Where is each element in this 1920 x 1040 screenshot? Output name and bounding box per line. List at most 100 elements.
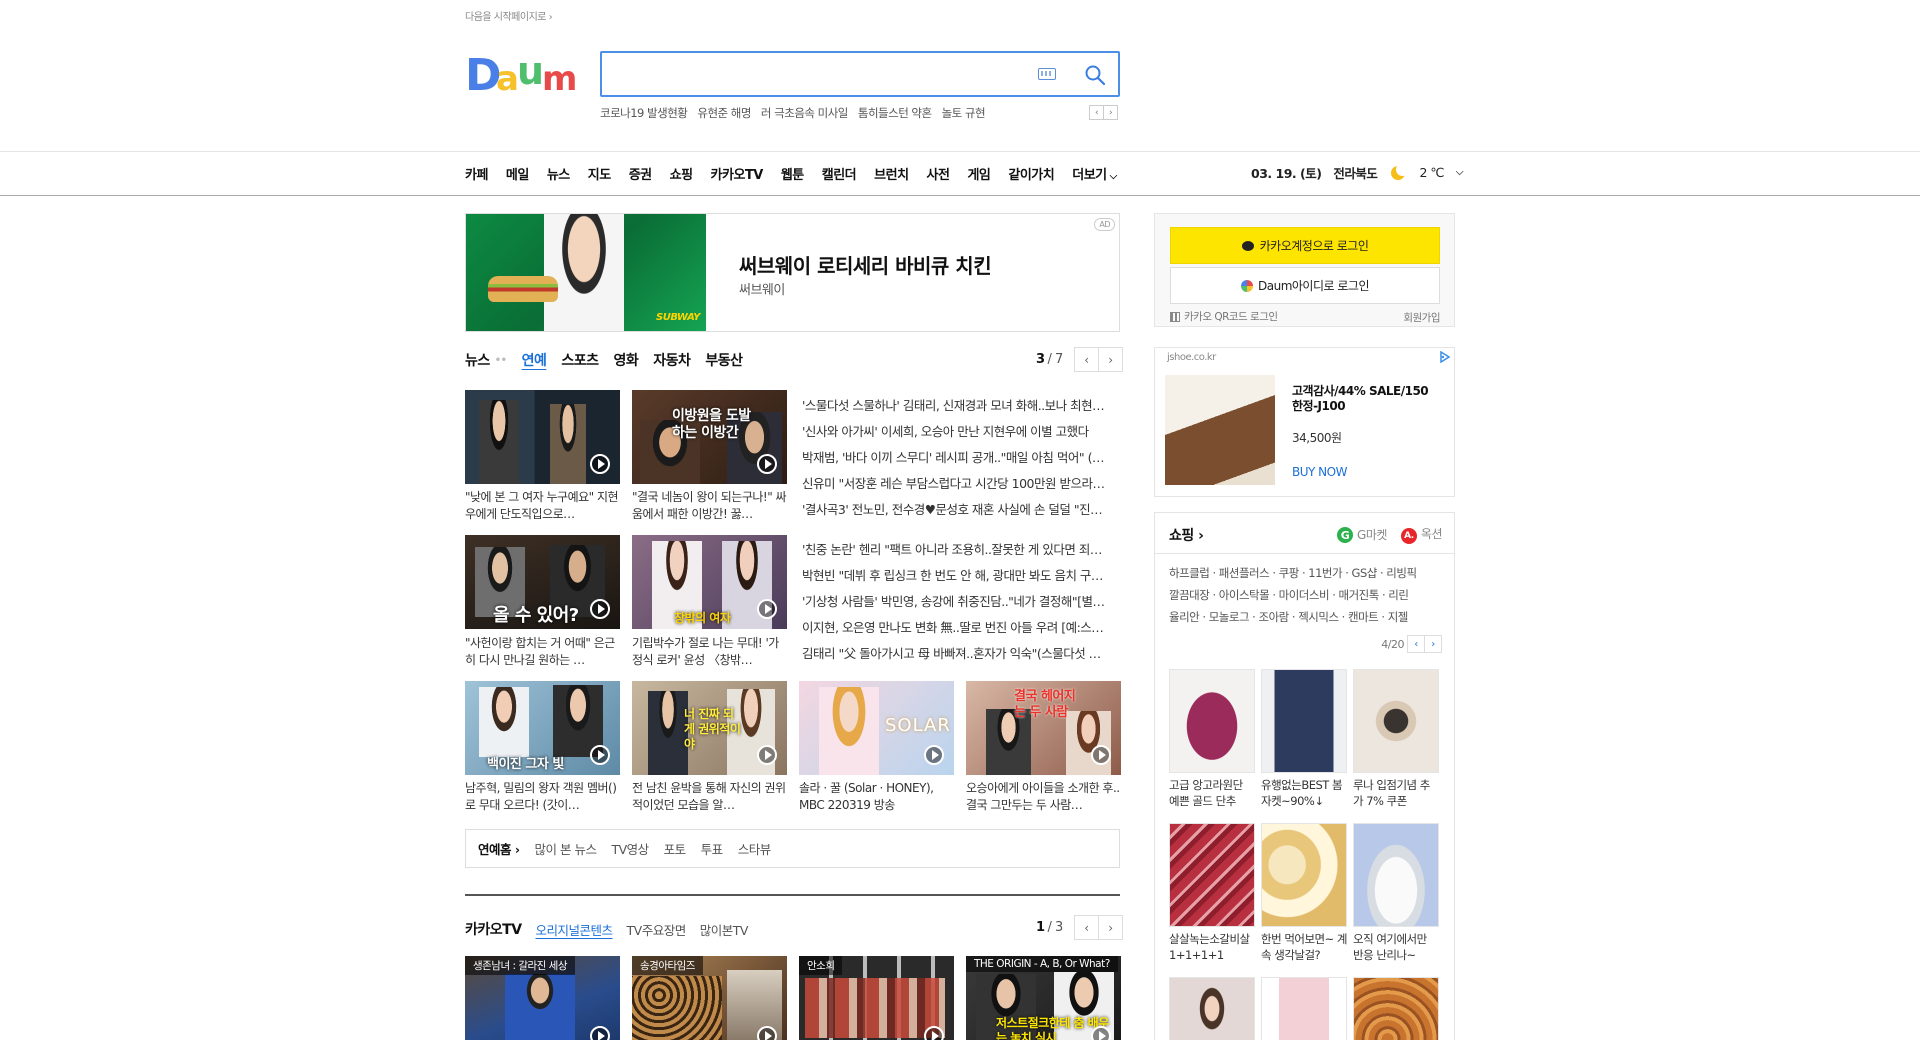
news-headline[interactable]: 신유미 "서장훈 레슨 부담스럽다고 시간당 100만원 받으라… (802, 473, 1119, 492)
news-prev-button[interactable]: ‹ (1073, 347, 1099, 372)
product-card[interactable] (1353, 977, 1439, 1040)
nav-mail[interactable]: 메일 (506, 164, 529, 183)
kakaotv-next-button[interactable]: › (1097, 915, 1123, 940)
product-caption[interactable]: 오직 여기에서만 반응 난리나~ (1353, 931, 1439, 963)
news-caption[interactable]: 남주혁, 밀림의 왕자 객원 멤버()로 무대 오르다! (갓이… (465, 780, 620, 814)
news-thumb[interactable]: 백이진 그자 빛 (465, 681, 620, 775)
product-image[interactable] (1261, 823, 1347, 927)
product-caption[interactable]: 살살녹는소갈비살 1+1+1+1 (1169, 931, 1255, 963)
nav-news[interactable]: 뉴스 (547, 164, 570, 183)
trending-item[interactable]: 코로나19 발생현황 (600, 105, 688, 121)
shopping-title[interactable]: 쇼핑 › (1169, 525, 1204, 545)
keyboard-icon[interactable] (1038, 68, 1056, 80)
news-caption[interactable]: "낮에 본 그 여자 누구예요" 지현우에게 단도직입으로… (465, 489, 620, 523)
ent-photo-link[interactable]: 포토 (664, 839, 687, 858)
product-card[interactable]: 루나 입점기념 추가 7% 쿠폰 (1353, 669, 1439, 809)
tab-original[interactable]: 오리지널콘텐츠 (536, 920, 614, 939)
kakaotv-thumb[interactable]: 안소희 (799, 956, 954, 1040)
tab-realestate[interactable]: 부동산 (705, 350, 743, 370)
nav-together[interactable]: 같이가치 (1008, 164, 1054, 183)
product-card[interactable]: 고급 앙고라원단 예쁜 골드 단추 (1169, 669, 1255, 809)
shopping-mall-links[interactable]: 하프클럽 · 패션플러스 · 쿠팡 · 11번가 · GS샵 · 리빙픽 (1169, 565, 1441, 581)
trending-item[interactable]: 놀토 규현 (942, 105, 986, 121)
ent-tv-video-link[interactable]: TV영상 (611, 839, 649, 858)
tab-tv-scenes[interactable]: TV주요장면 (627, 920, 687, 939)
product-card[interactable]: 한번 먹어보면~ 계속 생각날걸? (1261, 823, 1347, 963)
ent-starview-link[interactable]: 스타뷰 (738, 839, 772, 858)
news-caption[interactable]: "사헌이랑 합치는 거 어때" 은근히 다시 만나길 원하는 … (465, 635, 620, 669)
shopping-next-button[interactable]: › (1424, 635, 1442, 653)
tab-entertainment[interactable]: 연예 (522, 350, 547, 370)
product-image[interactable] (1353, 823, 1439, 927)
tab-car[interactable]: 자동차 (653, 350, 691, 370)
product-image[interactable] (1169, 977, 1255, 1040)
nav-more[interactable]: 더보기 (1072, 164, 1116, 183)
ent-popular-link[interactable]: 많이 본 뉴스 (535, 839, 597, 858)
tab-news[interactable]: 뉴스 (465, 350, 490, 370)
kakaotv-thumb[interactable]: 생존남녀 : 갈라진 세상 (465, 956, 620, 1040)
trending-next-button[interactable]: › (1103, 105, 1118, 120)
tab-popular-tv[interactable]: 많이본TV (700, 920, 749, 939)
news-headline[interactable]: 이지현, 오은영 만나도 변화 無..딸로 번진 아들 우려 [예:스… (802, 617, 1119, 636)
product-caption[interactable]: 루나 입점기념 추가 7% 쿠폰 (1353, 777, 1439, 809)
news-thumb[interactable]: 결국 헤어지는 두 사람 (966, 681, 1121, 775)
ent-vote-link[interactable]: 투표 (701, 839, 724, 858)
product-image[interactable] (1169, 823, 1255, 927)
ad-product-title[interactable]: 고객감사/44% SALE/150 한정-J100 (1292, 384, 1442, 414)
news-thumb[interactable]: 올 수 있어? (465, 535, 620, 629)
news-headline[interactable]: '친중 논란' 헨리 "팩트 아니라 조용히..잘못한 게 있다면 죄… (802, 539, 1119, 558)
product-image[interactable] (1353, 977, 1439, 1040)
product-card[interactable] (1169, 977, 1255, 1040)
product-image[interactable] (1169, 669, 1255, 773)
news-headline[interactable]: 김태리 "父 돌아가시고 母 바빠져..혼자가 익숙"(스물다섯 … (802, 643, 1119, 662)
kakao-login-button[interactable]: 카카오계정으로 로그인 (1170, 227, 1440, 264)
nav-stock[interactable]: 증권 (629, 164, 652, 183)
news-caption[interactable]: 기립박수가 절로 나는 무대! '가정식 로커' 윤성 〈창밖… (632, 635, 787, 669)
trending-prev-button[interactable]: ‹ (1089, 105, 1104, 120)
nav-map[interactable]: 지도 (588, 164, 611, 183)
search-icon[interactable] (1084, 64, 1106, 86)
product-card[interactable]: 유행없는BEST 봄자켓~90%↓ (1261, 669, 1347, 809)
ad-banner[interactable]: SUBWAY 써브웨이 로티세리 바비큐 치킨 써브웨이 AD (465, 213, 1120, 332)
news-caption[interactable]: "결국 네놈이 왕이 되는구나!" 싸움에서 패한 이방간! 꿇… (632, 489, 787, 523)
kakaotv-thumb[interactable]: 저스트절크한테 춤 배우는 놓치 실시 THE ORIGIN - A, B, O… (966, 956, 1121, 1040)
product-image[interactable] (1261, 977, 1347, 1040)
kakaotv-thumb[interactable]: 송경아타임즈 (632, 956, 787, 1040)
nav-game[interactable]: 게임 (967, 164, 990, 183)
tab-sports[interactable]: 스포츠 (561, 350, 599, 370)
news-thumb[interactable]: SOLAR (799, 681, 954, 775)
nav-cafe[interactable]: 카페 (465, 164, 488, 183)
signup-link[interactable]: 회원가입 (1403, 310, 1440, 325)
gmarket-link[interactable]: G G마켓 (1337, 526, 1387, 544)
product-image[interactable] (1353, 669, 1439, 773)
news-headline[interactable]: '결사곡3' 전노민, 전수경♥문성호 재혼 사실에 손 덜덜 "진… (802, 499, 1119, 518)
trending-item[interactable]: 톰히들스턴 약혼 (858, 105, 932, 121)
product-card[interactable]: 오직 여기에서만 반응 난리나~ (1353, 823, 1439, 963)
search-input[interactable] (612, 61, 1022, 87)
product-caption[interactable]: 유행없는BEST 봄자켓~90%↓ (1261, 777, 1347, 809)
daum-login-button[interactable]: Daum아이디로 로그인 (1170, 267, 1440, 304)
nav-kakaotv[interactable]: 카카오TV (711, 164, 764, 183)
nav-shopping[interactable]: 쇼핑 (670, 164, 693, 183)
nav-dictionary[interactable]: 사전 (927, 164, 950, 183)
ent-home-link[interactable]: 연예홈 › (478, 839, 520, 858)
weather-widget[interactable]: 03. 19. (토) 전라북도 2 ℃ ⌵ (1251, 162, 1464, 182)
news-thumb[interactable]: 이방원을 도발하는 이방간 (632, 390, 787, 484)
product-card[interactable] (1261, 977, 1347, 1040)
auction-link[interactable]: A. 옥션 (1400, 525, 1443, 544)
trending-item[interactable]: 유현준 해명 (697, 105, 751, 121)
trending-item[interactable]: 러 극초음속 미사일 (761, 105, 848, 121)
shopping-prev-button[interactable]: ‹ (1407, 635, 1425, 653)
shopping-mall-links[interactable]: 율리안 · 모놀로그 · 조아람 · 젝시믹스 · 캔마트 · 지젤 (1169, 609, 1441, 625)
side-ad[interactable]: jshoe.co.kr 고객감사/44% SALE/150 한정-J100 34… (1154, 347, 1455, 497)
adchoices-icon[interactable] (1439, 351, 1451, 363)
kakaotv-title[interactable]: 카카오TV (465, 919, 522, 939)
news-thumb[interactable] (465, 390, 620, 484)
product-caption[interactable]: 고급 앙고라원단 예쁜 골드 단추 (1169, 777, 1255, 809)
chevron-down-icon[interactable]: ⌵ (1456, 167, 1464, 178)
tab-movie[interactable]: 영화 (613, 350, 638, 370)
news-next-button[interactable]: › (1097, 347, 1123, 372)
product-card[interactable]: 살살녹는소갈비살 1+1+1+1 (1169, 823, 1255, 963)
product-image[interactable] (1261, 669, 1347, 773)
ad-title[interactable]: 써브웨이 로티세리 바비큐 치킨 (739, 250, 992, 279)
